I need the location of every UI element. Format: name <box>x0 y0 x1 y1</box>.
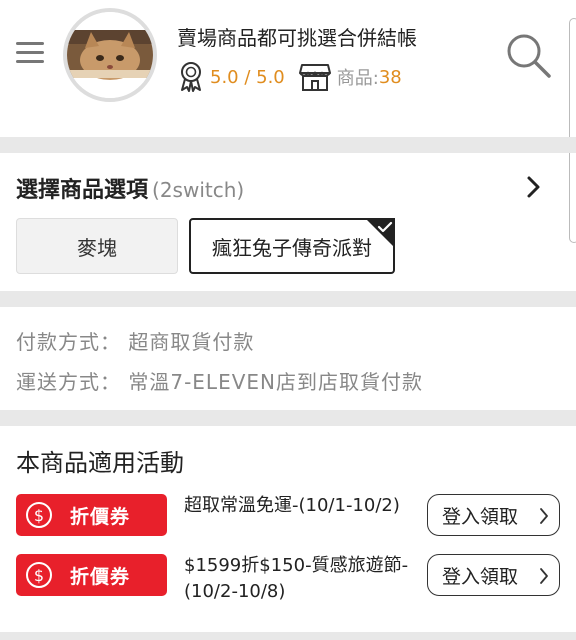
option-rabbids-party[interactable]: 瘋狂兔子傳奇派對 <box>189 218 395 274</box>
payment-method: 付款方式： 超商取貨付款 <box>16 330 255 354</box>
section-divider <box>0 410 576 426</box>
option-minecraft[interactable]: 麥塊 <box>16 218 178 274</box>
dollar-circle-icon: $ <box>26 502 52 528</box>
coupon-badge[interactable]: $ 折價券 <box>16 494 167 536</box>
login-claim-button[interactable]: 登入領取 <box>427 494 560 536</box>
check-icon <box>365 218 395 248</box>
store-avatar[interactable] <box>63 8 157 102</box>
chevron-right-icon[interactable] <box>524 174 544 200</box>
section-divider <box>0 632 576 640</box>
coupon-badge[interactable]: $ 折價券 <box>16 554 167 596</box>
options-subtitle: (2switch) <box>152 178 245 202</box>
login-claim-label: 登入領取 <box>442 505 519 528</box>
store-name: 賣場商品都可挑選合併結帳 <box>177 26 417 50</box>
chevron-right-icon <box>540 568 548 584</box>
svg-text:$: $ <box>34 506 44 525</box>
shipping-method: 運送方式： 常溫7-ELEVEN店到店取貨付款 <box>16 370 423 394</box>
scroll-handle[interactable] <box>569 18 576 243</box>
option-label: 麥塊 <box>77 235 117 260</box>
goods-label: 商品: <box>336 68 379 89</box>
coupon-label: 折價券 <box>70 505 131 528</box>
cat-avatar <box>67 12 153 98</box>
menu-icon[interactable] <box>14 38 48 68</box>
store-rating: 5.0 / 5.0 <box>210 66 285 88</box>
store-header: 賣場商品都可挑選合併結帳 5.0 / 5.0 商品: 38 <box>0 0 576 118</box>
store-stats: 5.0 / 5.0 商品: 38 <box>178 60 402 94</box>
award-icon <box>181 62 201 92</box>
chevron-right-icon <box>540 508 548 524</box>
coupon-label: 折價券 <box>70 565 131 588</box>
activity-text: $1599折$150-質感旅遊節-(10/2-10/8) <box>184 555 409 602</box>
dollar-circle-icon: $ <box>26 562 52 588</box>
options-title-text: 選擇商品選項 <box>16 178 149 203</box>
goods-count: 38 <box>378 66 402 88</box>
search-icon[interactable] <box>505 32 553 80</box>
login-claim-label: 登入領取 <box>442 565 519 588</box>
section-divider <box>0 137 576 153</box>
activities-title: 本商品適用活動 <box>16 449 184 477</box>
svg-text:$: $ <box>34 566 44 585</box>
activity-text: 超取常溫免運-(10/1-10/2) <box>184 495 400 516</box>
shop-icon <box>298 64 331 91</box>
section-divider <box>0 291 576 307</box>
option-label: 瘋狂兔子傳奇派對 <box>212 235 372 260</box>
options-title: 選擇商品選項 (2switch) <box>16 172 244 204</box>
login-claim-button[interactable]: 登入領取 <box>427 554 560 596</box>
